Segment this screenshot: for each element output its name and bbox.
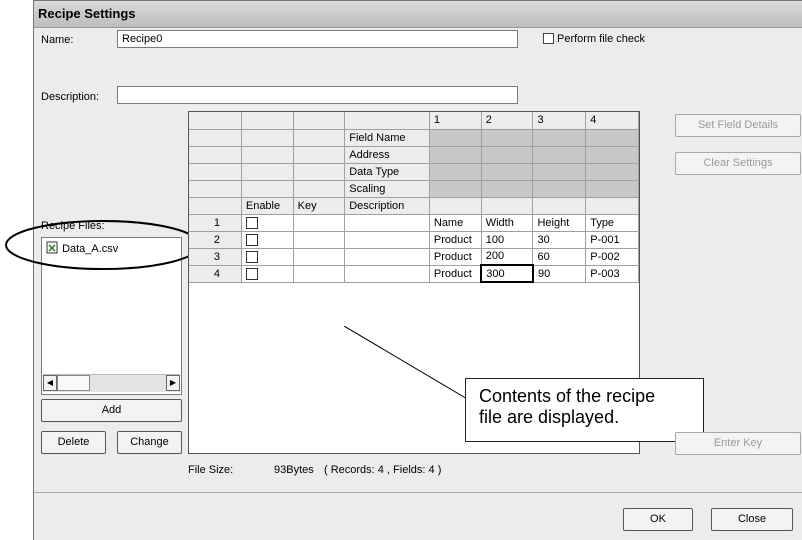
- file-size-detail: ( Records: 4 , Fields: 4 ): [324, 464, 442, 476]
- grid-cell[interactable]: [532, 162, 587, 181]
- grid-cell[interactable]: P-001: [585, 230, 639, 249]
- column-number: 2: [480, 112, 534, 130]
- field-label: Data Type: [344, 162, 430, 181]
- column-number: 1: [428, 112, 482, 130]
- enable-checkbox[interactable]: [245, 233, 258, 246]
- grid-cell[interactable]: [428, 145, 482, 164]
- file-size-label: File Size:: [188, 464, 234, 476]
- grid-cell[interactable]: Name: [428, 213, 482, 232]
- callout-line-2: file are displayed.: [479, 407, 620, 427]
- description-cell[interactable]: [344, 230, 430, 249]
- table-row[interactable]: 3 Product 200 60 P-002: [189, 247, 639, 266]
- field-label: Scaling: [344, 179, 430, 198]
- grid-cell[interactable]: [585, 162, 639, 181]
- callout-box: Contents of the recipe file are displaye…: [465, 378, 704, 442]
- description-cell[interactable]: [344, 264, 430, 283]
- grid-cell[interactable]: Product: [428, 230, 482, 249]
- name-input[interactable]: Recipe0: [117, 30, 518, 48]
- callout-line-1: Contents of the recipe: [479, 386, 656, 406]
- grid-cell[interactable]: 30: [532, 230, 587, 249]
- grid-cell[interactable]: [532, 128, 587, 147]
- name-label: Name:: [41, 34, 74, 46]
- scroll-right-arrow-icon[interactable]: ▶: [166, 375, 180, 391]
- grid-cell[interactable]: [480, 162, 534, 181]
- change-button[interactable]: Change: [117, 431, 182, 454]
- row-number: 2: [189, 230, 242, 249]
- file-check-checkbox[interactable]: [543, 33, 554, 44]
- file-size-value: 93Bytes: [274, 464, 314, 476]
- grid-cell[interactable]: [428, 162, 482, 181]
- key-cell[interactable]: [292, 230, 346, 249]
- enter-key-button[interactable]: Enter Key: [675, 432, 801, 455]
- footer-divider: [34, 492, 802, 493]
- description-input[interactable]: [117, 86, 518, 104]
- grid-cell[interactable]: 200: [480, 247, 534, 266]
- table-row[interactable]: 2 Product 100 30 P-001: [189, 230, 639, 249]
- window-title: Recipe Settings: [38, 6, 136, 21]
- recipe-settings-window: Recipe Settings Name: Recipe0 Perform fi…: [5, 0, 802, 540]
- column-number: 3: [532, 112, 587, 130]
- grid-cell[interactable]: [585, 128, 639, 147]
- field-label: Address: [344, 145, 430, 164]
- key-cell[interactable]: [292, 213, 346, 232]
- title-bar: Recipe Settings: [34, 1, 802, 28]
- grid-cell[interactable]: 100: [480, 230, 534, 249]
- delete-button[interactable]: Delete: [41, 431, 106, 454]
- key-header: Key: [292, 196, 346, 215]
- set-field-details-button[interactable]: Set Field Details: [675, 114, 801, 137]
- grid-cell[interactable]: Product: [428, 247, 482, 266]
- grid-cell[interactable]: [428, 179, 482, 198]
- grid-cell[interactable]: Type: [585, 213, 639, 232]
- scroll-left-arrow-icon[interactable]: ◀: [43, 375, 57, 391]
- grid-cell[interactable]: P-003: [585, 264, 639, 283]
- grid-cell[interactable]: 60: [532, 247, 587, 266]
- close-button[interactable]: Close: [711, 508, 793, 531]
- selected-grid-cell[interactable]: 300: [480, 264, 534, 283]
- grid-cell[interactable]: Product: [428, 264, 482, 283]
- table-row[interactable]: 4 Product 300 90 P-003: [189, 264, 639, 283]
- row-number: 4: [189, 264, 242, 283]
- grid-cell[interactable]: [480, 179, 534, 198]
- grid-cell[interactable]: 90: [532, 264, 587, 283]
- grid-table: 1 2 3 4 Field Name Address Data Type Sca…: [189, 112, 639, 283]
- column-number: 4: [585, 112, 639, 130]
- clear-settings-button[interactable]: Clear Settings: [675, 152, 801, 175]
- description-cell[interactable]: [344, 213, 430, 232]
- description-header: Description: [344, 196, 430, 215]
- description-cell[interactable]: [344, 247, 430, 266]
- grid-cell[interactable]: Height: [532, 213, 587, 232]
- grid-cell[interactable]: P-002: [585, 247, 639, 266]
- grid-cell[interactable]: [532, 179, 587, 198]
- horizontal-scrollbar[interactable]: ◀ ▶: [43, 374, 180, 392]
- table-row[interactable]: 1 Name Width Height Type: [189, 213, 639, 232]
- enable-checkbox[interactable]: [245, 216, 258, 229]
- grid-cell[interactable]: [480, 145, 534, 164]
- enable-checkbox[interactable]: [245, 250, 258, 263]
- row-number: 3: [189, 247, 242, 266]
- grid-cell[interactable]: Width: [480, 213, 534, 232]
- ok-button[interactable]: OK: [623, 508, 693, 531]
- add-button[interactable]: Add: [41, 399, 182, 422]
- enable-header: Enable: [240, 196, 294, 215]
- key-cell[interactable]: [292, 264, 346, 283]
- row-number: 1: [189, 213, 242, 232]
- grid-cell[interactable]: [532, 145, 587, 164]
- field-label: Field Name: [344, 128, 430, 147]
- grid-cell[interactable]: [585, 145, 639, 164]
- grid-cell[interactable]: [585, 179, 639, 198]
- file-check-label: Perform file check: [557, 33, 646, 45]
- key-cell[interactable]: [292, 247, 346, 266]
- enable-checkbox[interactable]: [245, 267, 258, 280]
- grid-cell[interactable]: [480, 128, 534, 147]
- grid-cell[interactable]: [428, 128, 482, 147]
- description-label: Description:: [41, 91, 100, 103]
- highlight-ellipse: [5, 220, 201, 270]
- scrollbar-thumb[interactable]: [57, 375, 90, 391]
